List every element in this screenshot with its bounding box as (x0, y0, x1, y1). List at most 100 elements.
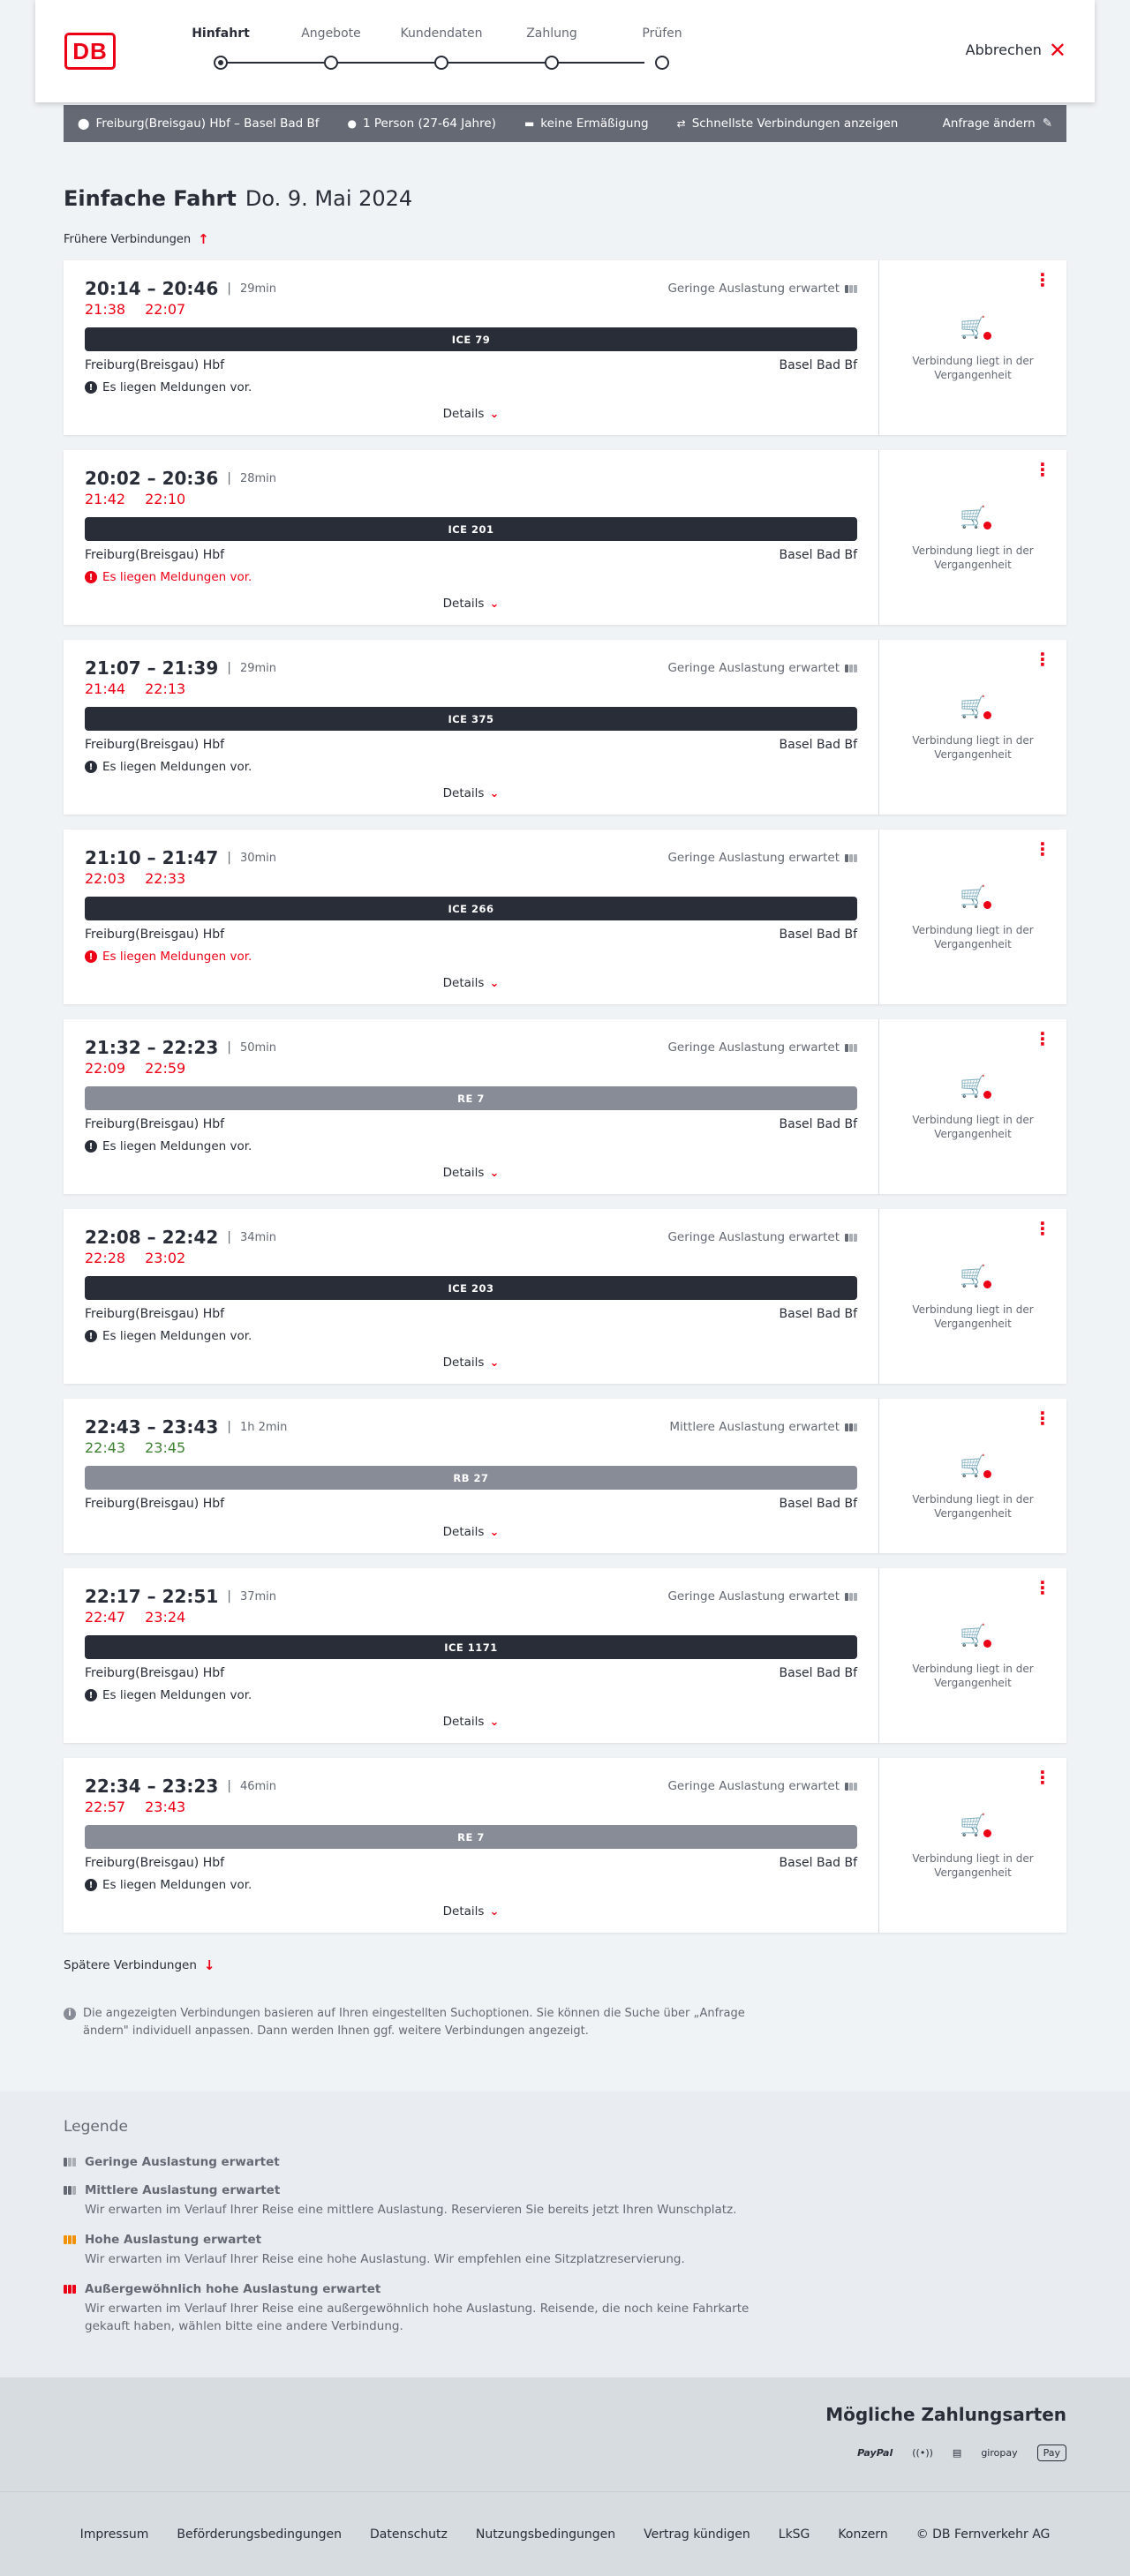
realtime-arrival: 23:45 (145, 1439, 186, 1456)
details-label: Details (442, 1356, 485, 1370)
cart-icon: 🛒 (960, 1074, 991, 1099)
duration: 37min (239, 1589, 277, 1603)
occupancy-info: Geringe Auslastung erwartet (667, 1040, 857, 1055)
details-toggle[interactable]: Details ⌄ (85, 785, 857, 802)
scheduled-times: 21:10 – 21:47 (85, 847, 219, 868)
footer-link[interactable]: Impressum (80, 2527, 149, 2542)
more-options-icon[interactable]: ⋮ (1034, 1030, 1051, 1048)
footer-link[interactable]: Konzern (838, 2527, 887, 2542)
departure-station: Freiburg(Breisgau) Hbf (85, 1307, 225, 1321)
legend-list: Geringe Auslastung erwartet Mittlere Ausl… (64, 2155, 1066, 2335)
arrival-station: Basel Bad Bf (779, 548, 857, 562)
cancel-button[interactable]: Abbrechen ✕ (966, 40, 1066, 61)
more-options-icon[interactable]: ⋮ (1034, 1769, 1051, 1786)
more-options-icon[interactable]: ⋮ (1034, 650, 1051, 668)
connection-card[interactable]: 22:08 – 22:42 | 34min Geringe Auslastung er… (64, 1209, 1066, 1384)
db-logo[interactable]: DB (64, 33, 116, 70)
footer-link[interactable]: Nutzungsbedingungen (476, 2527, 615, 2542)
arrival-station: Basel Bad Bf (779, 738, 857, 752)
separator: | (227, 851, 231, 865)
earlier-connections-link[interactable]: Frühere Verbindungen ↑ (64, 230, 1066, 248)
connection-card[interactable]: 21:32 – 22:23 | 50min Geringe Auslastung er… (64, 1019, 1066, 1194)
train-segment-bar[interactable]: ICE 1171 (85, 1635, 857, 1659)
more-options-icon[interactable]: ⋮ (1034, 1579, 1051, 1596)
payment-section: Mögliche Zahlungsarten PayPal ((•)) ▤ gi… (0, 2377, 1130, 2491)
separator: | (227, 1779, 231, 1793)
cart-unavailable-badge (983, 1280, 991, 1288)
train-segment-bar[interactable]: ICE 375 (85, 707, 857, 731)
legend-item-description: Wir erwarten im Verlauf Ihrer Reise eine… (85, 2302, 750, 2333)
footer-link[interactable]: Datenschutz (370, 2527, 448, 2542)
more-options-icon[interactable]: ⋮ (1034, 1409, 1051, 1427)
legend-item-title: Außergewöhnlich hohe Auslastung erwartet (64, 2282, 1066, 2296)
details-toggle[interactable]: Details ⌄ (85, 595, 857, 612)
train-segment-bar[interactable]: RE 7 (85, 1825, 857, 1849)
scheduled-times: 22:17 – 22:51 (85, 1586, 219, 1607)
details-toggle[interactable]: Details ⌄ (85, 405, 857, 423)
connection-card[interactable]: 22:34 – 23:23 | 46min Geringe Auslastung er… (64, 1758, 1066, 1933)
step-pruefen: Prüfen (618, 26, 706, 70)
train-segment-bar[interactable]: RE 7 (85, 1086, 857, 1110)
details-toggle[interactable]: Details ⌄ (85, 1354, 857, 1371)
train-segment-bar[interactable]: ICE 201 (85, 517, 857, 541)
past-connection-note: Verbindung liegt in der Vergangenheit (912, 1852, 1034, 1879)
fastest-connections-toggle[interactable]: ⇄ Schnellste Verbindungen anzeigen (677, 116, 899, 131)
step-hinfahrt[interactable]: Hinfahrt (177, 26, 265, 70)
connection-card[interactable]: 21:07 – 21:39 | 29min Geringe Auslastung er… (64, 640, 1066, 815)
pencil-icon: ✎ (1042, 116, 1052, 131)
realtime-departure: 22:47 (85, 1609, 126, 1626)
disruption-text: Es liegen Meldungen vor. (102, 950, 252, 964)
details-toggle[interactable]: Details ⌄ (85, 974, 857, 992)
details-toggle[interactable]: Details ⌄ (85, 1523, 857, 1541)
realtime-departure: 21:44 (85, 680, 126, 697)
step-dot (655, 56, 669, 70)
details-toggle[interactable]: Details ⌄ (85, 1903, 857, 1920)
connection-times-row: 22:43 – 23:43 | 1h 2min Mittlere Auslastung… (85, 1416, 857, 1438)
cart-icon: 🛒 (960, 505, 991, 529)
more-options-icon[interactable]: ⋮ (1034, 271, 1051, 289)
more-options-icon[interactable]: ⋮ (1034, 461, 1051, 478)
chevron-down-icon: ⌄ (489, 976, 500, 990)
train-segment-bar[interactable]: ICE 203 (85, 1276, 857, 1300)
footer-link[interactable]: LkSG (779, 2527, 810, 2542)
duration: 29min (239, 282, 277, 296)
connection-card[interactable]: 20:14 – 20:46 | 29min Geringe Auslastung er… (64, 260, 1066, 435)
realtime-times: 22:57 23:43 (85, 1799, 857, 1818)
train-segment-bar[interactable]: RB 27 (85, 1466, 857, 1490)
more-options-icon[interactable]: ⋮ (1034, 840, 1051, 858)
connection-card[interactable]: 20:02 – 20:36 | 28min 21:42 22:10 ICE 201 Frei… (64, 450, 1066, 625)
occupancy-label: Geringe Auslastung erwartet (667, 1230, 840, 1244)
edit-request-button[interactable]: Anfrage ändern ✎ (943, 116, 1052, 131)
legend-item-label: Hohe Auslastung erwartet (85, 2233, 262, 2247)
occupancy-icon (64, 2235, 78, 2244)
alert-icon: ! (85, 1140, 97, 1153)
alert-icon: ! (85, 571, 97, 583)
realtime-times: 21:38 22:07 (85, 301, 857, 320)
train-segment-bar[interactable]: ICE 266 (85, 897, 857, 920)
details-toggle[interactable]: Details ⌄ (85, 1713, 857, 1731)
connection-times-row: 21:10 – 21:47 | 30min Geringe Auslastung er… (85, 847, 857, 868)
departure-station: Freiburg(Breisgau) Hbf (85, 1666, 225, 1680)
cart-icon: 🛒 (960, 1264, 991, 1288)
disruption-text: Es liegen Meldungen vor. (102, 760, 252, 774)
connection-main: 22:17 – 22:51 | 37min Geringe Auslastung er… (64, 1568, 879, 1743)
details-toggle[interactable]: Details ⌄ (85, 1164, 857, 1182)
chevron-down-icon: ⌄ (489, 1356, 500, 1370)
realtime-arrival: 22:07 (145, 301, 186, 318)
later-connections-link[interactable]: Spätere Verbindungen ↓ (64, 1957, 1066, 1973)
disruption-text: Es liegen Meldungen vor. (102, 380, 252, 394)
scheduled-times: 21:32 – 22:23 (85, 1037, 219, 1058)
connection-card[interactable]: 21:10 – 21:47 | 30min Geringe Auslastung er… (64, 830, 1066, 1004)
connection-side: ⋮ 🛒 Verbindung liegt in der Vergangenheit (879, 450, 1066, 625)
train-segment-bar[interactable]: ICE 79 (85, 327, 857, 351)
connection-card[interactable]: 22:43 – 23:43 | 1h 2min Mittlere Auslastung… (64, 1399, 1066, 1553)
more-options-icon[interactable]: ⋮ (1034, 1220, 1051, 1237)
occupancy-info: Geringe Auslastung erwartet (667, 1589, 857, 1603)
details-label: Details (442, 597, 485, 611)
connection-card[interactable]: 22:17 – 22:51 | 37min Geringe Auslastung er… (64, 1568, 1066, 1743)
footer-link[interactable]: Beförderungsbedingungen (177, 2527, 342, 2542)
sepa-icon: ▤ (952, 2447, 962, 2459)
alert-icon: ! (85, 381, 97, 394)
footer-link[interactable]: Vertrag kündigen (644, 2527, 750, 2542)
departure-station: Freiburg(Breisgau) Hbf (85, 548, 225, 562)
